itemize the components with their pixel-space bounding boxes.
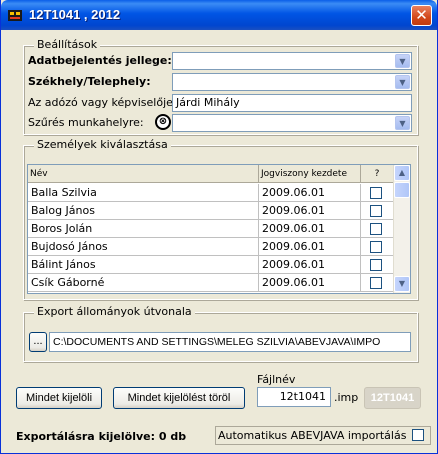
app-icon [7, 7, 23, 23]
szekhely-select[interactable]: ▼ [172, 73, 412, 91]
row-checkbox[interactable] [370, 259, 382, 271]
auto-import-checkbox[interactable] [412, 429, 424, 441]
export-path-group-title: Export állományok útvonala [34, 305, 195, 318]
chevron-down-icon[interactable]: ▼ [395, 116, 410, 130]
chevron-down-icon[interactable]: ▼ [395, 75, 410, 89]
export-path-field[interactable]: C:\DOCUMENTS AND SETTINGS\MELEG SZILVIA\… [49, 332, 411, 352]
select-cell [361, 184, 394, 202]
szures-select[interactable]: ▼ [172, 114, 412, 132]
start-date-cell[interactable]: 2009.06.01 [259, 274, 361, 292]
clear-filter-icon[interactable]: ⊗ [155, 114, 171, 130]
row-checkbox[interactable] [370, 223, 382, 235]
select-cell [361, 202, 394, 220]
adatbejelentes-select[interactable]: ▼ [172, 52, 412, 70]
person-name-cell[interactable]: Bujdosó János [28, 238, 259, 256]
close-button[interactable]: ✕ [411, 5, 432, 26]
filename-field[interactable]: 12t1041 [257, 387, 331, 407]
person-name-cell[interactable]: Csík Gáborné [28, 274, 259, 292]
close-icon: ✕ [415, 6, 428, 24]
deselect-all-button[interactable]: Mindet kijelölést töröl [113, 387, 245, 409]
scroll-up-icon[interactable]: ▲ [394, 165, 410, 181]
scroll-down-icon[interactable]: ▼ [394, 276, 410, 292]
row-checkbox[interactable] [370, 187, 382, 199]
table-row[interactable]: Bujdosó János 2009.06.01 [28, 238, 394, 256]
start-date-cell[interactable]: 2009.06.01 [259, 202, 361, 220]
window-title: 12T1041 , 2012 [29, 7, 121, 22]
filename-extension: .imp [334, 391, 359, 404]
scroll-thumb[interactable] [394, 182, 410, 198]
select-cell [361, 220, 394, 238]
column-header-check[interactable]: ? [361, 165, 394, 183]
select-cell [361, 274, 394, 292]
kepviselo-field[interactable]: Járdi Mihály [172, 94, 412, 112]
row-checkbox[interactable] [370, 205, 382, 217]
table-row[interactable]: Boros Jolán 2009.06.01 [28, 220, 394, 238]
column-header-name[interactable]: Név [28, 165, 259, 183]
person-name-cell[interactable]: Boros Jolán [28, 220, 259, 238]
start-date-cell[interactable]: 2009.06.01 [259, 256, 361, 274]
filename-label: Fájlnév [257, 373, 296, 386]
select-all-button[interactable]: Mindet kijelöli [16, 387, 102, 409]
szures-label: Szűrés munkahelyre: [28, 116, 144, 129]
auto-import-label: Automatikus ABEVJAVA importálás [218, 429, 407, 442]
persons-group-title: Személyek kiválasztása [34, 138, 171, 151]
chevron-down-icon[interactable]: ▼ [395, 54, 410, 68]
table-row[interactable]: Csík Gáborné 2009.06.01 [28, 274, 394, 292]
table-row[interactable]: Balog János 2009.06.01 [28, 202, 394, 220]
start-date-cell[interactable]: 2009.06.01 [259, 220, 361, 238]
row-checkbox[interactable] [370, 277, 382, 289]
browse-button[interactable]: ... [29, 332, 47, 352]
form-code-button: 12T1041 [364, 387, 421, 409]
kepviselo-label: Az adózó vagy képviselője: [28, 96, 177, 109]
table-row[interactable]: Bálint János 2009.06.01 [28, 256, 394, 274]
selected-count-text: Exportálásra kijelölve: 0 db [16, 430, 187, 443]
column-header-date[interactable]: Jogviszony kezdete [259, 165, 361, 183]
adatbejelentes-label: Adatbejelentés jellege: [28, 54, 172, 67]
persons-table: Név Jogviszony kezdete ? Balla Szilvia 20… [27, 164, 411, 294]
person-name-cell[interactable]: Balog János [28, 202, 259, 220]
row-checkbox[interactable] [370, 241, 382, 253]
select-cell [361, 238, 394, 256]
szekhely-label: Székhely/Telephely: [28, 75, 151, 88]
settings-group-title: Beállítások [34, 38, 101, 51]
start-date-cell[interactable]: 2009.06.01 [259, 238, 361, 256]
table-row[interactable]: Balla Szilvia 2009.06.01 [28, 184, 394, 202]
table-header: Név Jogviszony kezdete ? [28, 165, 394, 183]
person-name-cell[interactable]: Bálint János [28, 256, 259, 274]
start-date-cell[interactable]: 2009.06.01 [259, 184, 361, 202]
export-dialog-window: 12T1041 , 2012 ✕ Beállítások Adatbejelen… [0, 0, 438, 454]
title-bar[interactable]: 12T1041 , 2012 ✕ [1, 0, 437, 30]
person-name-cell[interactable]: Balla Szilvia [28, 184, 259, 202]
table-scrollbar[interactable]: ▲ ▼ [393, 165, 410, 293]
select-cell [361, 256, 394, 274]
